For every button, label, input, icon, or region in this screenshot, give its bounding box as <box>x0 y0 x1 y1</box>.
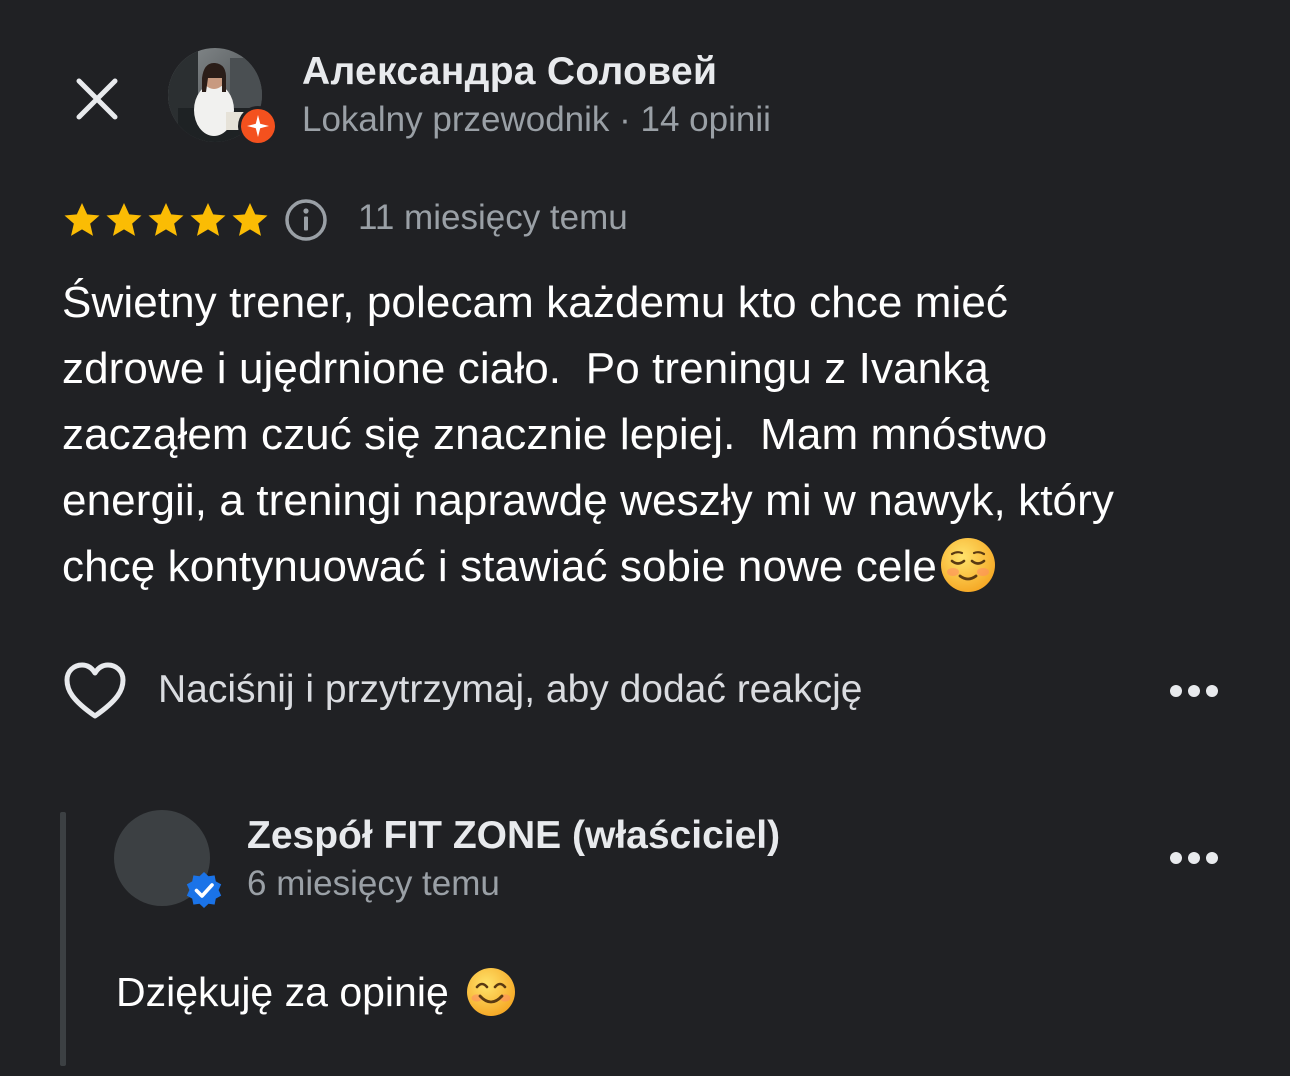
smiling-face-emoji <box>465 966 517 1018</box>
reply-divider <box>60 812 66 1066</box>
review-more-button[interactable] <box>1166 679 1222 703</box>
more-horizontal-icon <box>1206 685 1218 697</box>
review-time: 11 miesięcy temu <box>358 198 628 237</box>
more-horizontal-icon <box>1188 852 1200 864</box>
owner-name: Zespół FIT ZONE (właściciel) <box>247 814 781 857</box>
star-icon <box>64 203 100 236</box>
author-meta: Lokalny przewodnik · 14 opinii <box>302 100 771 139</box>
local-guide-star-icon <box>241 109 275 143</box>
author-name[interactable]: Александра Соловей <box>302 50 717 94</box>
review-text: Świetny trener, polecam każdemu kto chce… <box>62 270 1252 600</box>
star-rating <box>62 198 270 242</box>
more-horizontal-icon <box>1170 852 1182 864</box>
star-icon <box>232 203 268 236</box>
close-button[interactable] <box>62 64 132 134</box>
more-horizontal-icon <box>1188 685 1200 697</box>
heart-outline-icon[interactable] <box>62 660 128 722</box>
close-icon <box>76 78 118 120</box>
more-horizontal-icon <box>1206 852 1218 864</box>
owner-reply-time: 6 miesięcy temu <box>247 864 500 903</box>
reaction-hint[interactable]: Naciśnij i przytrzymaj, aby dodać reakcj… <box>158 668 862 712</box>
smiling-face-emoji <box>939 536 997 594</box>
star-icon <box>148 203 184 236</box>
star-icon <box>106 203 142 236</box>
owner-reply-text: Dziękuję za opinię <box>116 966 517 1018</box>
owner-avatar-container <box>114 810 230 910</box>
author-avatar-container[interactable] <box>168 48 278 148</box>
more-horizontal-icon <box>1170 685 1182 697</box>
local-guide-badge <box>238 106 278 146</box>
reply-more-button[interactable] <box>1166 846 1222 870</box>
verified-check-icon <box>186 872 222 908</box>
owner-reply-text-body: Dziękuję za opinię <box>116 968 449 1015</box>
star-icon <box>190 203 226 236</box>
info-icon[interactable] <box>284 198 328 242</box>
